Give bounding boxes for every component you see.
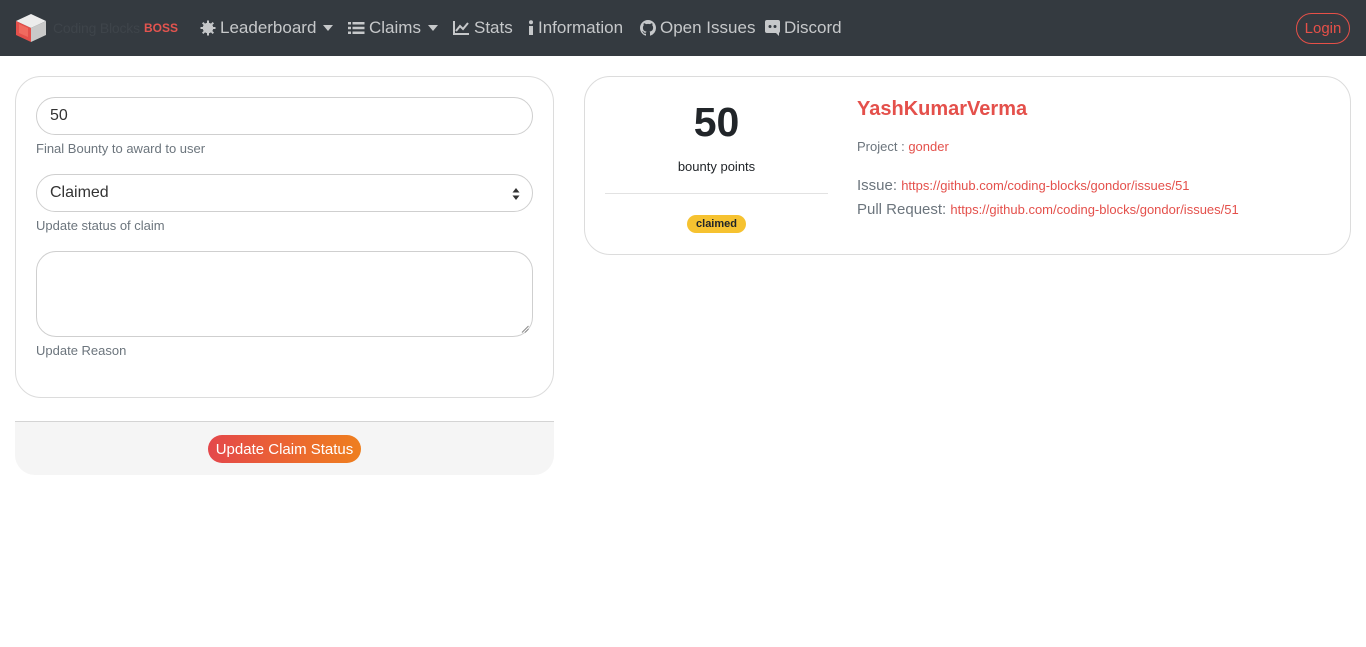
chevron-down-icon bbox=[427, 25, 438, 31]
nav-claims-label: Claims bbox=[369, 18, 421, 37]
gear-icon bbox=[200, 20, 216, 36]
form-footer: Update Claim Status bbox=[15, 421, 554, 475]
pull-request-link[interactable]: https://github.com/coding-blocks/gondor/… bbox=[950, 202, 1238, 217]
brand-tag: BOSS bbox=[144, 21, 179, 35]
nav-open-issues-label: Open Issues bbox=[660, 18, 756, 37]
divider bbox=[605, 193, 828, 194]
issue-link[interactable]: https://github.com/coding-blocks/gondor/… bbox=[901, 178, 1189, 193]
project-label: Project : bbox=[857, 139, 905, 154]
chart-line-icon bbox=[453, 21, 469, 35]
project-link[interactable]: gonder bbox=[908, 139, 948, 154]
nav-discord-label: Discord bbox=[784, 18, 842, 37]
brand-link[interactable]: Coding Blocks BOSS bbox=[15, 13, 178, 43]
github-icon bbox=[640, 20, 656, 36]
brand-name: Coding Blocks bbox=[53, 20, 140, 36]
resize-grip-icon[interactable] bbox=[521, 325, 529, 333]
select-arrows-icon bbox=[512, 188, 520, 200]
info-icon bbox=[529, 20, 533, 35]
reason-textarea[interactable] bbox=[36, 251, 533, 337]
discord-icon bbox=[765, 20, 780, 36]
bounty-points-panel: 50 bounty points claimed bbox=[605, 77, 828, 256]
bounty-points-label: bounty points bbox=[677, 159, 756, 174]
nav-information[interactable]: Information bbox=[528, 18, 623, 38]
nav-open-issues[interactable]: Open Issues bbox=[640, 18, 755, 38]
bounty-help-text: Final Bounty to award to user bbox=[36, 141, 206, 156]
nav-stats[interactable]: Stats bbox=[453, 18, 513, 38]
coding-blocks-logo bbox=[16, 14, 46, 42]
nav-leaderboard-label: Leaderboard bbox=[220, 18, 317, 37]
issue-label: Issue: bbox=[857, 177, 898, 194]
bounty-points-value: 50 bbox=[693, 99, 740, 145]
claim-card: 50 bounty points claimed YashKumarVerma … bbox=[584, 76, 1351, 255]
login-button[interactable]: Login bbox=[1296, 13, 1350, 44]
top-navbar: Coding Blocks BOSS Leaderboard Claims St… bbox=[0, 0, 1366, 56]
nav-discord[interactable]: Discord bbox=[765, 18, 842, 38]
bounty-input[interactable]: 50 bbox=[36, 97, 533, 135]
issue-line: Issue: https://github.com/coding-blocks/… bbox=[857, 177, 1190, 194]
nav-claims[interactable]: Claims bbox=[348, 18, 438, 38]
status-select-value: Claimed bbox=[50, 184, 109, 201]
status-help-text: Update status of claim bbox=[36, 218, 165, 233]
status-select[interactable]: Claimed bbox=[36, 174, 533, 212]
status-badge: claimed bbox=[687, 215, 746, 233]
update-claim-status-button[interactable]: Update Claim Status bbox=[208, 435, 361, 463]
claim-username-link[interactable]: YashKumarVerma bbox=[857, 98, 1027, 121]
nav-leaderboard[interactable]: Leaderboard bbox=[200, 18, 334, 38]
reason-help-text: Update Reason bbox=[36, 343, 127, 358]
chevron-down-icon bbox=[323, 25, 334, 31]
claim-update-form: 50 Final Bounty to award to user Claimed… bbox=[15, 76, 554, 398]
nav-information-label: Information bbox=[538, 18, 624, 37]
project-line: Project : gonder bbox=[857, 139, 949, 154]
pull-request-label: Pull Request: bbox=[857, 201, 947, 218]
pull-request-line: Pull Request: https://github.com/coding-… bbox=[857, 201, 1239, 218]
nav-stats-label: Stats bbox=[474, 18, 513, 37]
list-icon bbox=[348, 22, 365, 34]
